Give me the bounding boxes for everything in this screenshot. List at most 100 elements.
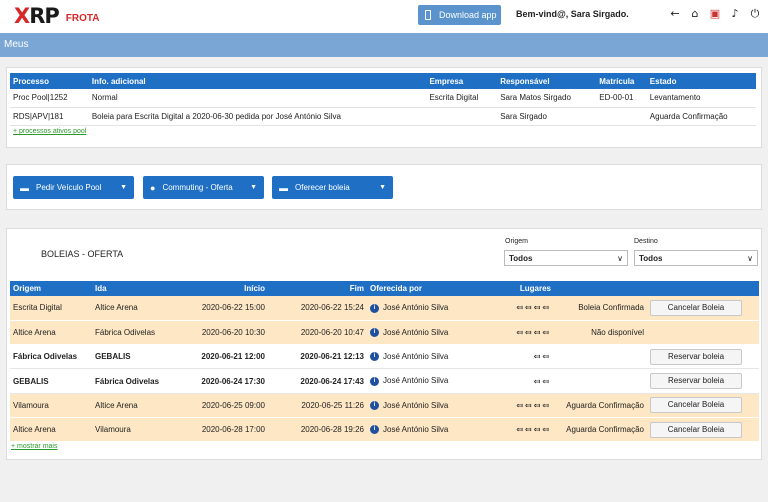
download-app-label: Download app <box>439 10 497 20</box>
seat-icons: ⤆⤆⤆⤆ <box>490 320 554 346</box>
ride-start: 2020-06-22 15:00 <box>190 296 268 321</box>
ride-destination: Vilamoura <box>92 417 190 443</box>
ride-status <box>554 368 647 394</box>
back-arrow-icon[interactable]: ← <box>668 7 682 21</box>
commuting-label: Commuting - Oferta <box>162 183 233 192</box>
column-header: Estado <box>646 73 756 89</box>
ride-destination: Altice Arena <box>92 296 190 321</box>
car-icon: ▬ <box>279 182 288 193</box>
ride-action-cell: Reservar boleia <box>647 368 759 394</box>
info-icon[interactable]: i <box>370 328 379 338</box>
table-cell <box>426 107 498 126</box>
ride-start: 2020-06-25 09:00 <box>190 393 268 418</box>
ride-offered-by: i José António Silva <box>367 417 490 443</box>
section-header: Meus <box>0 33 768 57</box>
offer-ride-button[interactable]: ▬ Oferecer boleia ▼ <box>272 176 393 199</box>
column-header: Lugares <box>490 281 554 296</box>
seat-icons: ⤆⤆ <box>490 368 554 394</box>
table-cell: Sara Sirgado <box>497 107 597 126</box>
rides-title: BOLEIAS - OFERTA <box>41 249 124 259</box>
info-icon[interactable]: i <box>370 352 379 362</box>
destination-filter-label: Destino <box>634 238 658 245</box>
chevron-down-icon: ▼ <box>120 184 127 191</box>
table-cell: Sara Matos Sirgado <box>497 89 597 108</box>
origin-filter-value: Todos <box>509 253 533 263</box>
ride-row: Altice Arena Fábrica Odivelas 2020-06-20 1… <box>10 320 759 346</box>
ride-offered-by: i José António Silva <box>367 393 490 418</box>
table-cell: Proc Pool|1252 <box>10 89 89 108</box>
welcome-text: Bem-vind@, Sara Sirgado. <box>516 9 629 19</box>
ride-row: GEBALIS Fábrica Odivelas 2020-06-24 17:30 2… <box>10 368 759 394</box>
ride-origin: Altice Arena <box>10 417 92 443</box>
column-header <box>554 281 647 296</box>
home-icon[interactable]: ⌂ <box>688 7 702 21</box>
ride-action-cell: Cancelar Boleia <box>647 296 759 321</box>
ride-destination: Fábrica Odivelas <box>92 368 190 394</box>
ride-action-cell: Cancelar Boleia <box>647 417 759 443</box>
phone-icon <box>425 10 431 20</box>
info-icon[interactable]: i <box>370 376 379 386</box>
column-header: Origem <box>10 281 92 296</box>
power-icon[interactable]: ⏻ <box>748 7 762 21</box>
table-cell: RDS|APV|181 <box>10 107 89 126</box>
column-header <box>647 281 759 296</box>
bell-icon[interactable]: ♪ <box>728 7 742 21</box>
origin-filter-select[interactable]: Todos ∨ <box>504 250 628 266</box>
ride-destination: GEBALIS <box>92 344 190 370</box>
table-cell: Aguarda Confirmação <box>646 107 756 126</box>
destination-filter-select[interactable]: Todos ∨ <box>634 250 758 266</box>
more-processes-link[interactable]: + processos ativos pool <box>13 128 86 135</box>
cancel-ride-button[interactable]: Cancelar Boleia <box>650 397 742 414</box>
table-cell: Normal <box>88 89 427 108</box>
ride-destination: Fábrica Odivelas <box>92 320 190 346</box>
ride-start: 2020-06-24 17:30 <box>190 368 268 394</box>
ride-action-cell: Cancelar Boleia <box>647 393 759 418</box>
info-icon[interactable]: i <box>370 425 379 435</box>
chevron-down-icon: ∨ <box>617 253 623 263</box>
seat-icons: ⤆⤆ <box>490 344 554 370</box>
reserve-ride-button[interactable]: Reservar boleia <box>650 373 742 390</box>
ride-row: Fábrica Odivelas GEBALIS 2020-06-21 12:00 2… <box>10 344 759 370</box>
commuting-offer-button[interactable]: ● Commuting - Oferta ▼ <box>143 176 264 199</box>
ride-row: Vilamoura Altice Arena 2020-06-25 09:00 202… <box>10 393 759 418</box>
process-row[interactable]: RDS|APV|181 Boleia para Escrita Digital a… <box>10 107 756 126</box>
logo: XRP FROTA <box>14 4 99 28</box>
ride-end: 2020-06-25 11:26 <box>268 393 367 418</box>
ride-row: Escrita Digital Altice Arena 2020-06-22 15… <box>10 296 759 321</box>
ride-status <box>554 344 647 370</box>
seat-icons: ⤆⤆⤆⤆ <box>490 417 554 443</box>
cancel-ride-button[interactable]: Cancelar Boleia <box>650 299 742 316</box>
reserve-ride-button[interactable]: Reservar boleia <box>650 348 742 365</box>
rides-panel: BOLEIAS - OFERTA Origem Todos ∨ Destino … <box>6 228 762 460</box>
offer-ride-label: Oferecer boleia <box>295 183 350 192</box>
cancel-ride-button[interactable]: Cancelar Boleia <box>650 421 742 438</box>
column-header: Responsável <box>497 73 597 89</box>
ride-end: 2020-06-20 10:47 <box>268 320 367 346</box>
ride-end: 2020-06-21 12:13 <box>268 344 367 370</box>
ride-origin: Fábrica Odivelas <box>10 344 92 370</box>
ride-start: 2020-06-21 12:00 <box>190 344 268 370</box>
ride-end: 2020-06-28 19:26 <box>268 417 367 443</box>
chevron-down-icon: ▼ <box>379 184 386 191</box>
driver-name: José António Silva <box>383 400 449 410</box>
processes-panel: Processo Info. adicional Empresa Responsáve… <box>6 67 762 148</box>
request-pool-vehicle-button[interactable]: ▬ Pedir Veículo Pool ▼ <box>13 176 134 199</box>
seat-icons: ⤆⤆⤆⤆ <box>490 296 554 321</box>
ride-origin: Vilamoura <box>10 393 92 418</box>
show-more-link[interactable]: + mostrar mais <box>11 443 57 450</box>
processes-table: Processo Info. adicional Empresa Responsáve… <box>10 73 756 126</box>
download-app-button[interactable]: Download app <box>418 5 501 25</box>
request-pool-label: Pedir Veículo Pool <box>36 183 102 192</box>
process-row[interactable]: Proc Pool|1252 Normal Escrita Digital Sara … <box>10 89 756 108</box>
destination-filter-value: Todos <box>639 253 663 263</box>
ride-start: 2020-06-20 10:30 <box>190 320 268 346</box>
map-pin-icon: ● <box>150 182 156 193</box>
column-header: Oferecida por <box>367 281 490 296</box>
ride-status: Não disponível <box>554 320 647 346</box>
info-icon[interactable]: i <box>370 303 379 313</box>
ride-origin: Escrita Digital <box>10 296 92 321</box>
column-header: Matrícula <box>596 73 647 89</box>
column-header: Info. adicional <box>88 73 427 89</box>
info-icon[interactable]: i <box>370 401 379 411</box>
pdf-icon[interactable]: ▣ <box>708 7 722 21</box>
